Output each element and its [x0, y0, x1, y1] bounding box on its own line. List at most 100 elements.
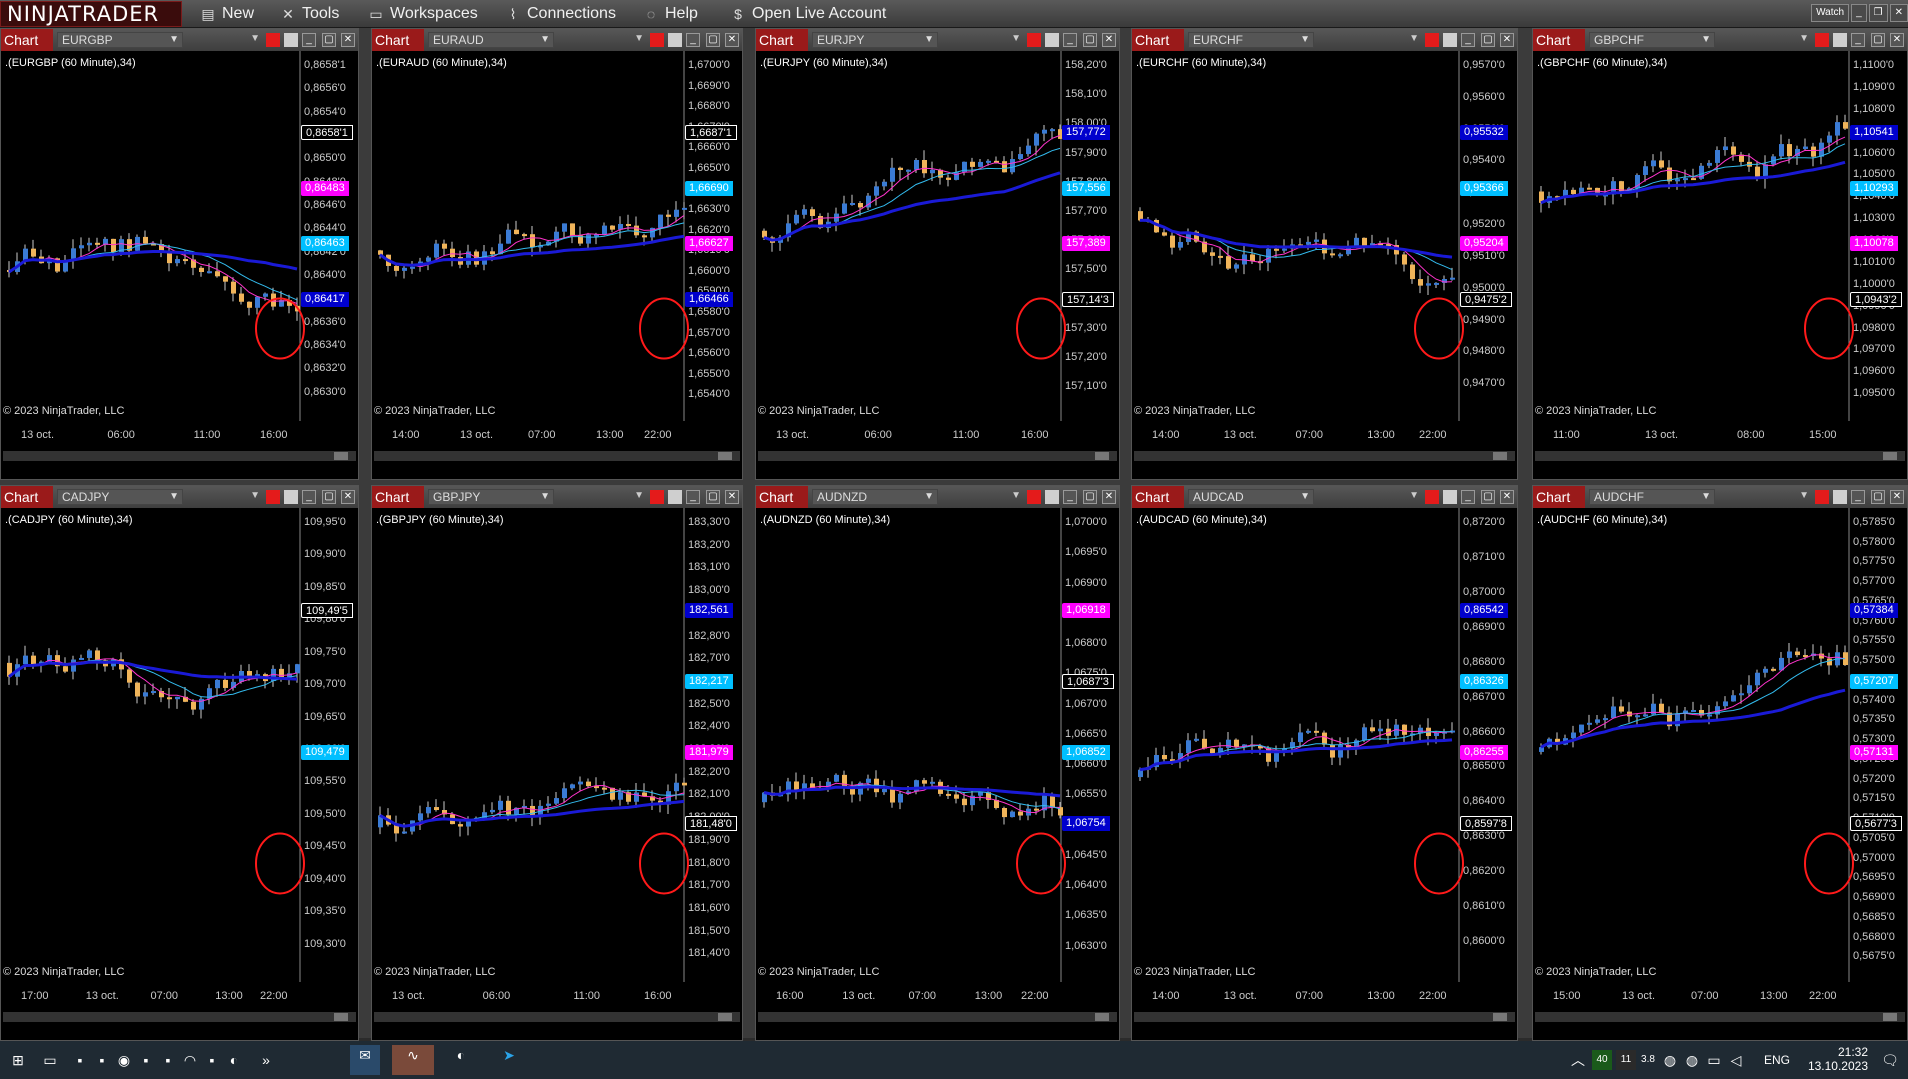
chevron-down-icon[interactable]: ▼	[1011, 490, 1021, 501]
volume-icon[interactable]: ◁	[1726, 1050, 1746, 1070]
chart-tab[interactable]: Chart	[1533, 29, 1585, 51]
chevron-down-icon[interactable]: ▼	[1011, 33, 1021, 44]
color-box-icon[interactable]	[668, 33, 682, 47]
chart-tab[interactable]: Chart	[1132, 486, 1184, 508]
color-box-icon[interactable]	[1425, 490, 1439, 504]
horizontal-scrollbar[interactable]	[758, 1012, 1117, 1022]
instrument-selector[interactable]: GBPCHF ▼	[1589, 32, 1715, 48]
instrument-selector[interactable]: EURGBP ▼	[57, 32, 183, 48]
color-box-icon[interactable]	[650, 490, 664, 504]
color-box-icon[interactable]	[284, 490, 298, 504]
scrollbar-thumb[interactable]	[1493, 452, 1507, 460]
chart-tab[interactable]: Chart	[1132, 29, 1184, 51]
instrument-selector[interactable]: CADJPY ▼	[57, 489, 183, 505]
app-icon[interactable]: ◠	[180, 1050, 200, 1070]
maximize-icon[interactable]: ▢	[1481, 33, 1495, 47]
telegram-icon[interactable]: ➤	[494, 1045, 524, 1075]
instrument-selector[interactable]: AUDNZD ▼	[812, 489, 938, 505]
color-box-icon[interactable]	[668, 490, 682, 504]
close-icon[interactable]: ✕	[1890, 33, 1904, 47]
color-box-icon[interactable]	[266, 490, 280, 504]
close-icon[interactable]: ✕	[341, 490, 355, 504]
menu-workspaces[interactable]: ▭ Workspaces	[368, 4, 477, 24]
menu-open-live-account[interactable]: $ Open Live Account	[730, 4, 886, 24]
chevron-down-icon[interactable]: ▼	[1409, 490, 1419, 501]
ninjatrader-taskbar-icon[interactable]: ∿	[392, 1045, 434, 1075]
color-box-icon[interactable]	[266, 33, 280, 47]
chevron-down-icon[interactable]: ▼	[634, 490, 644, 501]
horizontal-scrollbar[interactable]	[758, 451, 1117, 461]
instrument-selector[interactable]: GBPJPY ▼	[428, 489, 554, 505]
minimize-icon[interactable]: _	[1851, 33, 1865, 47]
clock[interactable]: 21:32 13.10.2023	[1808, 1045, 1868, 1073]
app-icon[interactable]: ▪	[70, 1050, 90, 1070]
color-box-icon[interactable]	[1833, 490, 1847, 504]
color-box-icon[interactable]	[650, 33, 664, 47]
color-box-icon[interactable]	[1045, 33, 1059, 47]
edge-icon[interactable]: ◐	[224, 1050, 244, 1070]
minimize-icon[interactable]: _	[686, 490, 700, 504]
chart-tab[interactable]: Chart	[1, 29, 53, 51]
menu-help[interactable]: ◌ Help	[643, 4, 698, 24]
chevron-down-icon[interactable]: ▼	[250, 33, 260, 44]
language-indicator[interactable]: ENG	[1764, 1053, 1790, 1067]
tray-icon[interactable]: 11	[1616, 1050, 1636, 1070]
color-box-icon[interactable]	[1425, 33, 1439, 47]
edge-taskbar-icon[interactable]: ◐	[446, 1045, 476, 1075]
tray-icon[interactable]: ◍	[1660, 1050, 1680, 1070]
overflow-icon[interactable]: »	[256, 1050, 276, 1070]
close-icon[interactable]: ✕	[341, 33, 355, 47]
chart-tab[interactable]: Chart	[1533, 486, 1585, 508]
maximize-icon[interactable]: ▢	[1871, 490, 1885, 504]
instrument-selector[interactable]: EURJPY ▼	[812, 32, 938, 48]
maximize-icon[interactable]: ▢	[1871, 33, 1885, 47]
maximize-icon[interactable]: ▢	[322, 33, 336, 47]
tray-overflow-icon[interactable]: ︿	[1568, 1050, 1588, 1070]
chevron-down-icon[interactable]: ▼	[250, 490, 260, 501]
minimize-icon[interactable]: _	[1063, 33, 1077, 47]
app-icon[interactable]: ▪	[158, 1050, 178, 1070]
menu-tools[interactable]: ✕ Tools	[280, 4, 339, 24]
maximize-icon[interactable]: ▢	[706, 490, 720, 504]
horizontal-scrollbar[interactable]	[3, 1012, 356, 1022]
app-icon[interactable]: ▪	[136, 1050, 156, 1070]
close-icon[interactable]: ✕	[1102, 33, 1116, 47]
chevron-down-icon[interactable]: ▼	[1799, 33, 1809, 44]
horizontal-scrollbar[interactable]	[374, 451, 740, 461]
horizontal-scrollbar[interactable]	[1134, 451, 1515, 461]
horizontal-scrollbar[interactable]	[374, 1012, 740, 1022]
tray-icon[interactable]: ◍	[1682, 1050, 1702, 1070]
app-icon[interactable]: ▪	[92, 1050, 112, 1070]
minimize-icon[interactable]: _	[1851, 490, 1865, 504]
minimize-icon[interactable]: _	[1063, 490, 1077, 504]
instrument-selector[interactable]: AUDCHF ▼	[1589, 489, 1715, 505]
scrollbar-thumb[interactable]	[334, 452, 348, 460]
tray-icon[interactable]: 3.8	[1638, 1050, 1658, 1070]
instrument-selector[interactable]: EURCHF ▼	[1188, 32, 1314, 48]
chevron-down-icon[interactable]: ▼	[1799, 490, 1809, 501]
maximize-icon[interactable]: ▢	[322, 490, 336, 504]
close-icon[interactable]: ✕	[1102, 490, 1116, 504]
close-icon[interactable]: ✕	[1890, 490, 1904, 504]
color-box-icon[interactable]	[1443, 33, 1457, 47]
scrollbar-thumb[interactable]	[1883, 1013, 1897, 1021]
color-box-icon[interactable]	[1815, 490, 1829, 504]
chart-tab[interactable]: Chart	[756, 29, 808, 51]
maximize-icon[interactable]: ▢	[1083, 490, 1097, 504]
menu-new[interactable]: ▤ New	[200, 4, 254, 24]
task-view-icon[interactable]: ▭	[40, 1050, 60, 1070]
watch-button[interactable]: Watch	[1811, 4, 1850, 22]
color-box-icon[interactable]	[1027, 490, 1041, 504]
minimize-icon[interactable]: _	[1461, 490, 1475, 504]
close-icon[interactable]: ✕	[1500, 490, 1514, 504]
color-box-icon[interactable]	[284, 33, 298, 47]
horizontal-scrollbar[interactable]	[3, 451, 356, 461]
maximize-icon[interactable]: ▢	[706, 33, 720, 47]
restore-button[interactable]: ❐	[1868, 4, 1888, 22]
app-icon[interactable]: ◉	[114, 1050, 134, 1070]
scrollbar-thumb[interactable]	[1493, 1013, 1507, 1021]
minimize-button[interactable]: _	[1851, 4, 1867, 22]
scrollbar-thumb[interactable]	[718, 1013, 732, 1021]
instrument-selector[interactable]: AUDCAD ▼	[1188, 489, 1314, 505]
close-icon[interactable]: ✕	[725, 33, 739, 47]
